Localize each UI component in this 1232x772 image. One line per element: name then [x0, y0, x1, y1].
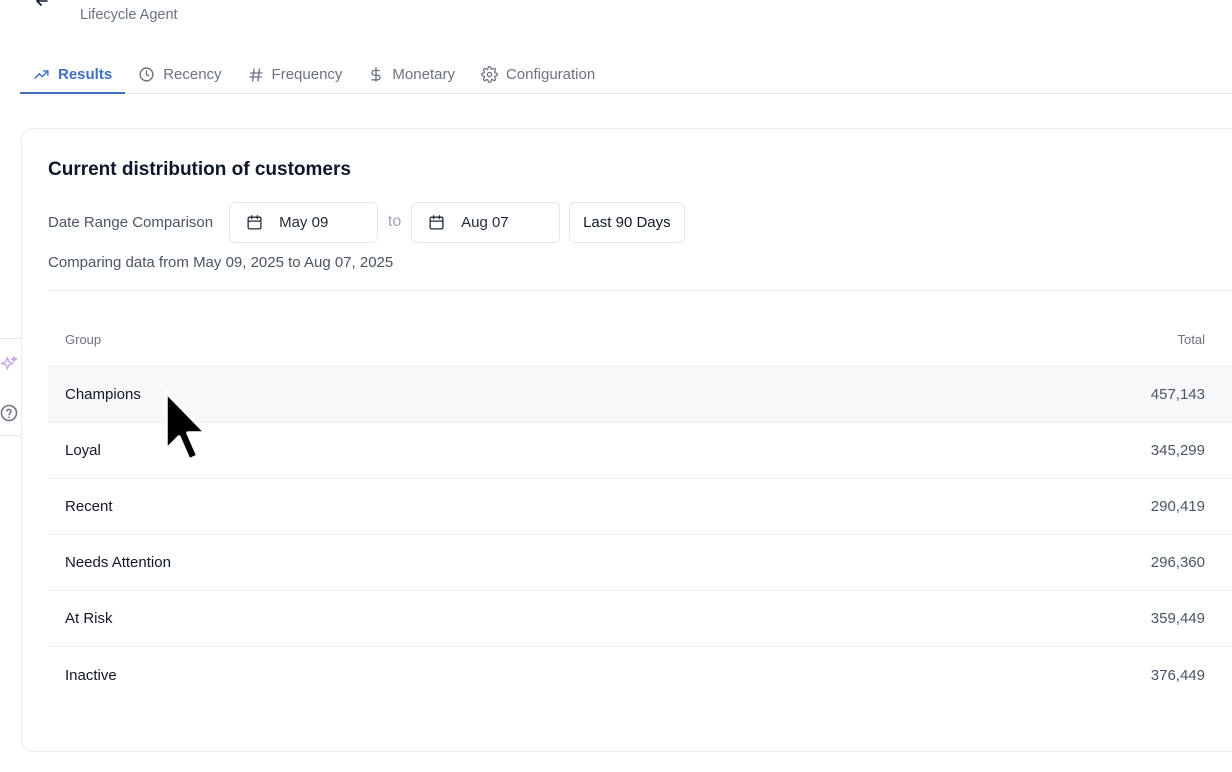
- group-total: 345,299: [1150, 442, 1205, 459]
- mouse-cursor-icon: [164, 390, 208, 462]
- column-header-group: Group: [65, 331, 102, 347]
- group-name: Champions: [65, 386, 141, 403]
- group-total: 359,449: [1150, 610, 1205, 627]
- calendar-icon: [247, 214, 262, 230]
- tab-bar: Results Recency Frequency Monetary Confi…: [20, 56, 1232, 94]
- tab-label: Results: [58, 66, 113, 83]
- dollar-icon: [371, 67, 382, 82]
- comparing-data-text: Comparing data from May 09, 2025 to Aug …: [48, 254, 394, 271]
- clock-icon: [139, 67, 154, 82]
- end-date-value: Aug 07: [461, 213, 509, 231]
- group-total: 457,143: [1150, 386, 1205, 403]
- lifecycle-agent-page: Lifecycle Agent Results Recency Frequenc…: [0, 0, 1232, 772]
- table-row[interactable]: Inactive 376,449: [48, 647, 1232, 703]
- calendar-icon: [429, 214, 444, 230]
- arrow-left-icon: [36, 0, 48, 6]
- tab-monetary[interactable]: Monetary: [355, 56, 468, 93]
- group-name: Inactive: [65, 666, 117, 684]
- to-label: to: [387, 213, 402, 230]
- last-90-days-button[interactable]: Last 90 Days: [569, 201, 685, 243]
- card-title: Current distribution of customers: [48, 159, 351, 180]
- help-circle-icon: [0, 404, 18, 422]
- column-header-total: Total: [1177, 331, 1205, 347]
- gear-icon: [481, 66, 498, 83]
- tab-label: Frequency: [271, 66, 343, 83]
- group-total: 296,360: [1150, 554, 1205, 571]
- page-subtitle: Lifecycle Agent: [80, 7, 178, 23]
- tab-label: Configuration: [505, 66, 596, 83]
- table-header: Group Total: [48, 312, 1232, 367]
- group-name: At Risk: [65, 610, 113, 627]
- table-row[interactable]: Needs Attention 296,360: [48, 535, 1232, 591]
- start-date-picker[interactable]: May 09: [229, 201, 379, 243]
- date-range-label: Date Range Comparison: [48, 213, 214, 231]
- date-range-controls: Date Range Comparison May 09 to Aug 07 L…: [48, 201, 685, 243]
- hash-icon: [248, 67, 263, 82]
- tab-configuration[interactable]: Configuration: [468, 56, 608, 93]
- back-button[interactable]: [30, 0, 54, 10]
- table-row[interactable]: Loyal 345,299: [48, 423, 1232, 479]
- group-total: 290,419: [1150, 498, 1205, 515]
- tab-label: Monetary: [392, 66, 455, 83]
- table-row[interactable]: Recent 290,419: [48, 479, 1232, 535]
- distribution-table: Group Total Champions 457,143 Loyal 345,…: [48, 312, 1232, 703]
- tab-results[interactable]: Results: [20, 56, 126, 94]
- sparkle-icon: [0, 356, 18, 370]
- section-divider: [48, 290, 1232, 291]
- ai-assistant-button[interactable]: [0, 355, 19, 380]
- help-button[interactable]: [0, 403, 19, 428]
- tab-recency[interactable]: Recency: [125, 56, 234, 93]
- start-date-value: May 09: [279, 213, 329, 231]
- tab-label: Recency: [163, 66, 222, 83]
- table-row[interactable]: Champions 457,143: [48, 367, 1232, 423]
- group-name: Loyal: [65, 442, 101, 459]
- end-date-picker[interactable]: Aug 07: [411, 201, 561, 243]
- trending-up-icon: [34, 70, 49, 79]
- table-row[interactable]: At Risk 359,449: [48, 591, 1232, 647]
- group-name: Recent: [65, 498, 113, 515]
- group-name: Needs Attention: [65, 554, 171, 571]
- group-total: 376,449: [1150, 666, 1205, 684]
- tab-frequency[interactable]: Frequency: [235, 56, 356, 93]
